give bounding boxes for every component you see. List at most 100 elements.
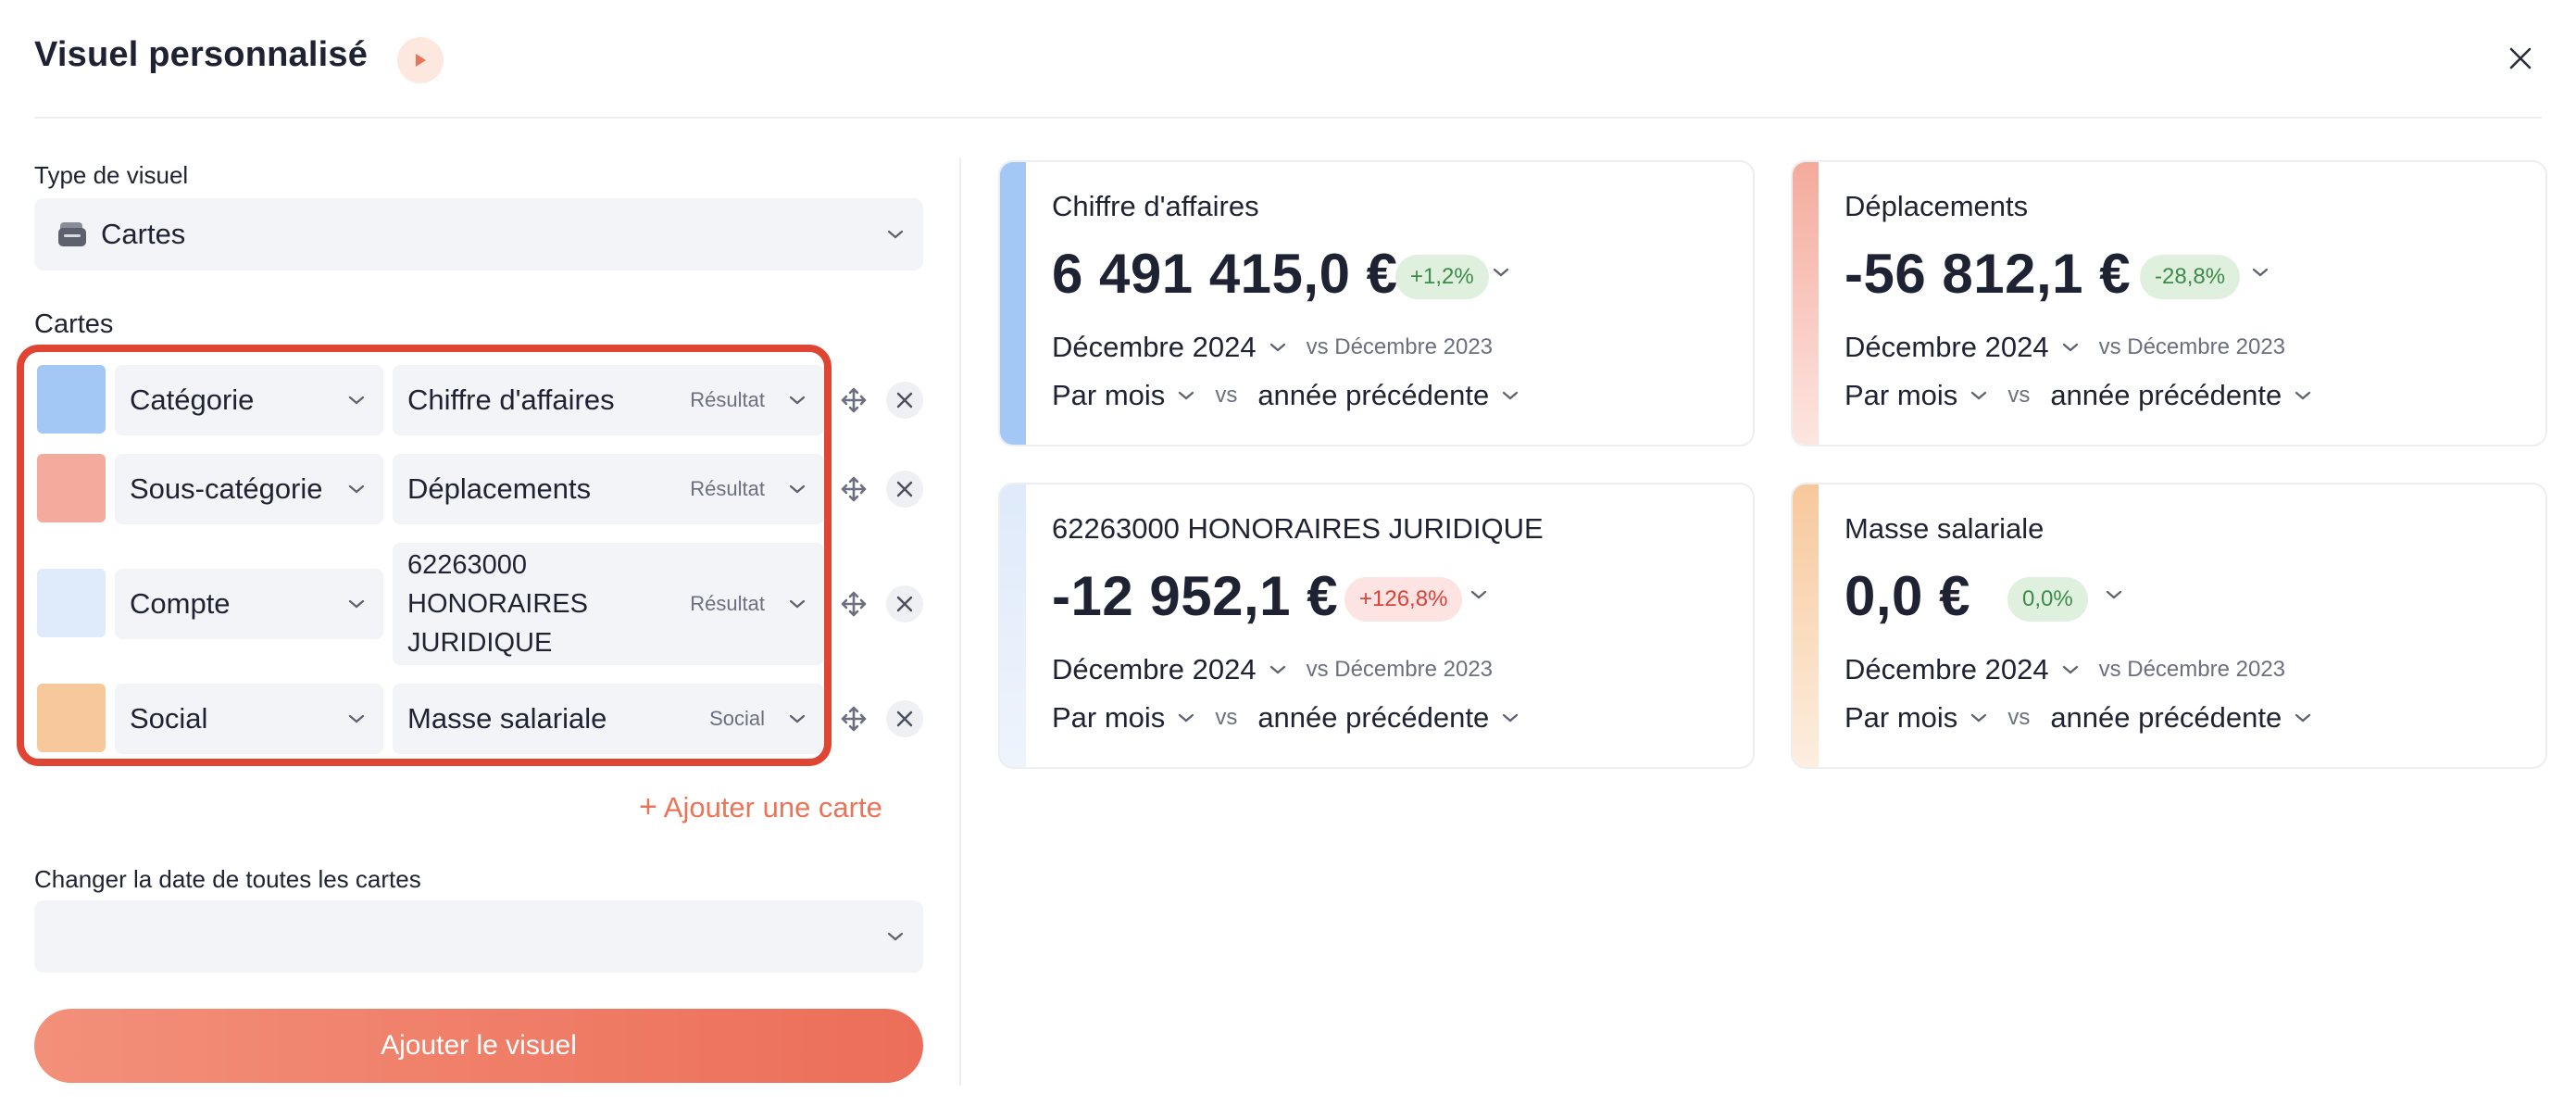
granularity-select[interactable]: Par mois xyxy=(1844,701,1987,735)
period-line: Décembre 2024 vs Décembre 2023 xyxy=(1844,331,2306,364)
chevron-down-icon xyxy=(1269,665,1285,673)
period-select[interactable]: Décembre 2024 xyxy=(1052,653,1286,686)
plus-icon: + xyxy=(639,789,657,824)
cards-label: Cartes xyxy=(34,309,114,339)
drag-handle-icon[interactable] xyxy=(835,471,872,508)
card-title: Masse salariale xyxy=(1844,512,2045,545)
reference-select[interactable]: année précédente xyxy=(2050,701,2311,735)
chevron-down-icon[interactable] xyxy=(2106,590,2122,600)
vs-text: vs xyxy=(1215,705,1238,730)
close-icon xyxy=(896,710,913,727)
card-value: -12 952,1 € xyxy=(1052,565,1339,627)
close-button[interactable] xyxy=(2499,37,2542,80)
chevron-down-icon xyxy=(1971,391,1987,399)
vs-text: vs xyxy=(2007,383,2031,408)
chevron-down-icon xyxy=(1503,391,1519,399)
compare-text: vs Décembre 2023 xyxy=(2098,334,2286,359)
modal-title: Visuel personnalisé xyxy=(34,35,369,74)
chevron-down-icon xyxy=(2295,713,2311,722)
chevron-down-icon xyxy=(1179,391,1194,399)
card-value: 0,0 € xyxy=(1844,565,1970,627)
card-color-bar xyxy=(1000,484,1026,767)
reference-select[interactable]: année précédente xyxy=(2050,379,2311,412)
chevron-down-icon xyxy=(887,230,904,239)
change-date-select[interactable] xyxy=(34,900,923,973)
kpi-card[interactable]: Déplacements -56 812,1 € -28,8% Décembre… xyxy=(1791,160,2547,446)
period-line: Décembre 2024 vs Décembre 2023 xyxy=(1052,653,1513,686)
granularity-value: Par mois xyxy=(1052,701,1166,734)
vs-text: vs xyxy=(1215,383,1238,408)
period-value: Décembre 2024 xyxy=(1844,653,2049,685)
custom-visual-modal: Visuel personnalisé Type de visuel Carte… xyxy=(0,0,2576,1119)
card-color-bar xyxy=(1793,484,1819,767)
reference-select[interactable]: année précédente xyxy=(1257,379,1519,412)
panel-divider xyxy=(959,157,961,1086)
card-color-bar xyxy=(1793,162,1819,445)
close-icon xyxy=(2509,47,2532,69)
chevron-down-icon[interactable] xyxy=(1493,268,1509,278)
card-title: Chiffre d'affaires xyxy=(1052,190,1259,222)
period-value: Décembre 2024 xyxy=(1052,331,1257,363)
variation-badge: 0,0% xyxy=(2007,577,2088,622)
compare-text: vs Décembre 2023 xyxy=(1306,334,1494,359)
variation-badge: +1,2% xyxy=(1395,255,1489,299)
kpi-card[interactable]: Chiffre d'affaires 6 491 415,0 € +1,2% D… xyxy=(998,160,1755,446)
change-date-label: Changer la date de toutes les cartes xyxy=(34,865,421,893)
chevron-down-icon xyxy=(1503,713,1519,722)
granularity-line: Par mois vs année précédente xyxy=(1052,379,1519,412)
granularity-line: Par mois vs année précédente xyxy=(1844,701,2311,735)
play-icon xyxy=(416,54,426,67)
kpi-card[interactable]: 62263000 HONORAIRES JURIDIQUE -12 952,1 … xyxy=(998,483,1755,769)
remove-card-button[interactable] xyxy=(886,585,923,622)
period-line: Décembre 2024 vs Décembre 2023 xyxy=(1052,331,1513,364)
add-card-button[interactable]: + Ajouter une carte xyxy=(639,789,882,825)
period-select[interactable]: Décembre 2024 xyxy=(1844,331,2079,364)
reference-value: année précédente xyxy=(1257,701,1490,734)
granularity-select[interactable]: Par mois xyxy=(1052,379,1194,412)
chevron-down-icon[interactable] xyxy=(1470,590,1487,600)
granularity-value: Par mois xyxy=(1844,379,1958,411)
visual-type-label: Type de visuel xyxy=(34,161,189,189)
variation-badge: +126,8% xyxy=(1344,577,1463,622)
granularity-select[interactable]: Par mois xyxy=(1052,701,1194,735)
period-select[interactable]: Décembre 2024 xyxy=(1844,653,2079,686)
variation-badge: -28,8% xyxy=(2140,255,2241,299)
granularity-value: Par mois xyxy=(1844,701,1958,734)
chevron-down-icon xyxy=(2062,665,2078,673)
chevron-down-icon xyxy=(2062,343,2078,351)
chevron-down-icon[interactable] xyxy=(2252,268,2269,278)
reference-select[interactable]: année précédente xyxy=(1257,701,1519,735)
card-title: 62263000 HONORAIRES JURIDIQUE xyxy=(1052,512,1544,545)
remove-card-button[interactable] xyxy=(886,471,923,508)
modal-header: Visuel personnalisé xyxy=(34,33,2542,119)
visual-type-select[interactable]: Cartes xyxy=(34,198,923,270)
card-color-bar xyxy=(1000,162,1026,445)
granularity-line: Par mois vs année précédente xyxy=(1052,701,1519,735)
remove-card-button[interactable] xyxy=(886,700,923,737)
card-title: Déplacements xyxy=(1844,190,2029,222)
kpi-card[interactable]: Masse salariale 0,0 € 0,0% Décembre 2024… xyxy=(1791,483,2547,769)
period-value: Décembre 2024 xyxy=(1052,653,1257,685)
chevron-down-icon xyxy=(1269,343,1285,351)
remove-card-button[interactable] xyxy=(886,382,923,419)
reference-value: année précédente xyxy=(2050,701,2282,734)
drag-handle-icon[interactable] xyxy=(835,382,872,419)
add-visual-button[interactable]: Ajouter le visuel xyxy=(34,1009,923,1083)
drag-handle-icon[interactable] xyxy=(835,700,872,737)
drag-handle-icon[interactable] xyxy=(835,585,872,622)
reference-value: année précédente xyxy=(1257,379,1490,411)
granularity-value: Par mois xyxy=(1052,379,1166,411)
granularity-select[interactable]: Par mois xyxy=(1844,379,1987,412)
reference-value: année précédente xyxy=(2050,379,2282,411)
compare-text: vs Décembre 2023 xyxy=(1306,657,1494,682)
card-value: -56 812,1 € xyxy=(1844,243,2132,305)
compare-text: vs Décembre 2023 xyxy=(2098,657,2286,682)
highlight-frame xyxy=(17,345,832,766)
chevron-down-icon xyxy=(1179,713,1194,722)
tutorial-play-button[interactable] xyxy=(397,37,444,83)
period-select[interactable]: Décembre 2024 xyxy=(1052,331,1286,364)
chevron-down-icon xyxy=(1971,713,1987,722)
period-value: Décembre 2024 xyxy=(1844,331,2049,363)
close-icon xyxy=(896,392,913,409)
card-value: 6 491 415,0 € xyxy=(1052,243,1398,305)
